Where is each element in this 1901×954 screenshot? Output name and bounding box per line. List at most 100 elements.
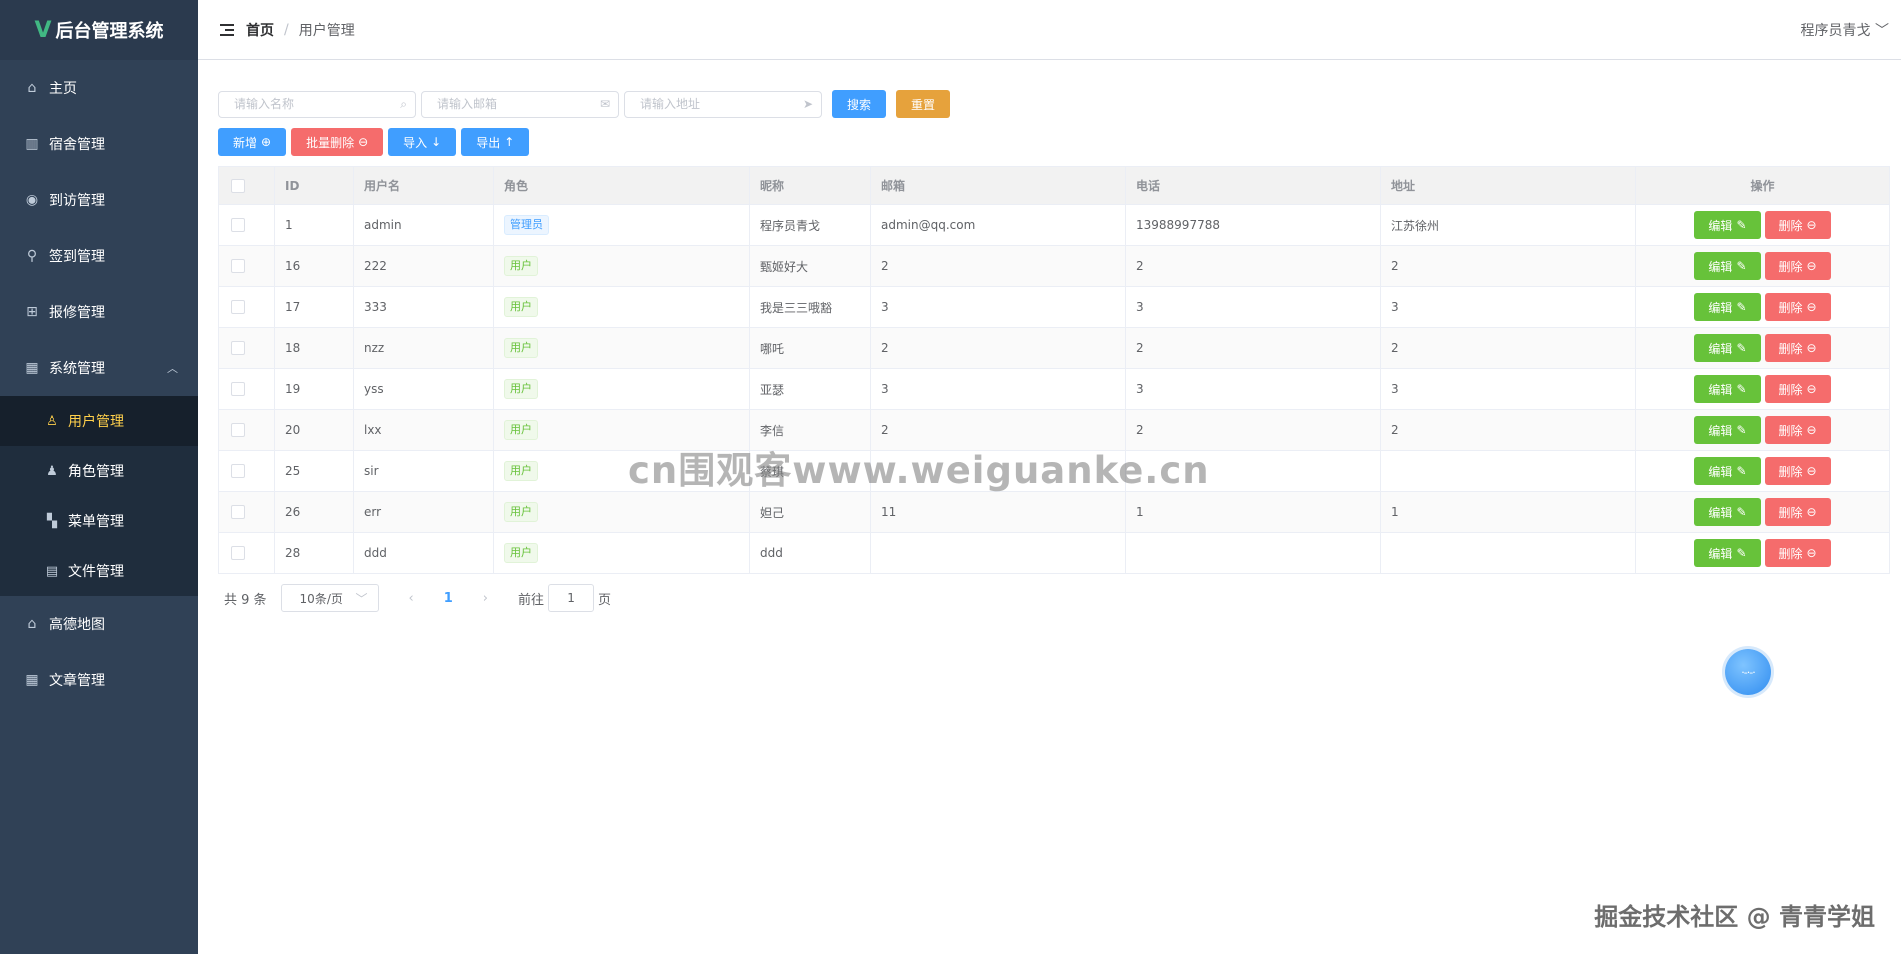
- name-search-input[interactable]: [218, 90, 416, 118]
- goto-page-input[interactable]: [548, 584, 595, 612]
- cell-role: 用户: [493, 327, 750, 369]
- position-icon: ➤: [802, 96, 813, 111]
- cell-username: err: [353, 491, 494, 533]
- row-checkbox[interactable]: [231, 341, 245, 356]
- edit-button[interactable]: 编辑 ✎: [1694, 498, 1761, 526]
- home-icon: ⌂: [27, 616, 37, 632]
- table-row: 16 222 用户 甄姬好大 2 2 2 编辑 ✎ 删除 ⊖: [218, 245, 1890, 287]
- sidebar-item-label: 报修管理: [49, 305, 105, 321]
- sidebar-item-article[interactable]: ▦ 文章管理: [0, 652, 198, 708]
- sidebar-item-checkin[interactable]: ⚲ 签到管理: [0, 228, 198, 284]
- delete-button[interactable]: 删除 ⊖: [1764, 252, 1831, 280]
- cell-username: 333: [353, 286, 494, 328]
- sidebar-item-system[interactable]: ▦ 系统管理 ︿: [0, 340, 198, 396]
- edit-label: 编辑: [1708, 259, 1733, 274]
- delete-button[interactable]: 删除 ⊖: [1764, 334, 1831, 362]
- chevron-up-icon: ︿: [167, 362, 178, 375]
- sidebar-item-dorm[interactable]: ▥ 宿舍管理: [0, 116, 198, 172]
- row-checkbox-cell: [218, 532, 275, 574]
- export-label: 导出: [476, 135, 501, 150]
- edit-button[interactable]: 编辑 ✎: [1694, 252, 1761, 280]
- address-search-input[interactable]: [624, 90, 822, 118]
- reset-button[interactable]: 重置: [896, 90, 951, 118]
- delete-label: 删除: [1778, 341, 1803, 356]
- cell-username: yss: [353, 368, 494, 410]
- sidebar-item-menu-management[interactable]: ▚ 菜单管理: [0, 496, 198, 546]
- row-checkbox[interactable]: [231, 218, 245, 233]
- page-size-select[interactable]: 10条/页 ﹀: [280, 584, 379, 612]
- sidebar-item-user-management[interactable]: ♙ 用户管理: [0, 396, 198, 446]
- edit-button[interactable]: 编辑 ✎: [1694, 211, 1761, 239]
- delete-button[interactable]: 删除 ⊖: [1764, 539, 1831, 567]
- row-checkbox[interactable]: [231, 259, 245, 274]
- batch-delete-button[interactable]: 批量删除 ⊖: [291, 128, 384, 156]
- delete-button[interactable]: 删除 ⊖: [1764, 457, 1831, 485]
- delete-button[interactable]: 删除 ⊖: [1764, 375, 1831, 403]
- home-icon: ⌂: [27, 80, 37, 96]
- edit-button[interactable]: 编辑 ✎: [1694, 457, 1761, 485]
- edit-button[interactable]: 编辑 ✎: [1694, 539, 1761, 567]
- delete-label: 删除: [1778, 464, 1803, 479]
- edit-button[interactable]: 编辑 ✎: [1694, 416, 1761, 444]
- sidebar-item-amap[interactable]: ⌂ 高德地图: [0, 596, 198, 652]
- sidebar-item-home[interactable]: ⌂ 主页: [0, 60, 198, 116]
- edit-button[interactable]: 编辑 ✎: [1694, 375, 1761, 403]
- column-header: 电话: [1125, 166, 1381, 205]
- mail-icon: ✉: [599, 96, 610, 111]
- delete-button[interactable]: 删除 ⊖: [1764, 416, 1831, 444]
- cell-username: nzz: [353, 327, 494, 369]
- sidebar-item-role-management[interactable]: ♟ 角色管理: [0, 446, 198, 496]
- table-row: 17 333 用户 我是三三哦豁 3 3 3 编辑 ✎ 删除 ⊖: [218, 286, 1890, 328]
- row-checkbox[interactable]: [231, 382, 245, 397]
- cell-nickname: 蔡琪: [749, 450, 871, 492]
- page-number[interactable]: 1: [444, 591, 453, 606]
- row-checkbox[interactable]: [231, 464, 245, 479]
- row-checkbox-cell: [218, 450, 275, 492]
- menu-icon: ▚: [47, 513, 57, 529]
- sidebar-item-repair[interactable]: ⊞ 报修管理: [0, 284, 198, 340]
- sidebar-item-file-management[interactable]: ▤ 文件管理: [0, 546, 198, 596]
- edit-button[interactable]: 编辑 ✎: [1694, 334, 1761, 362]
- user-dropdown[interactable]: 程序员青戈 ﹀: [1801, 20, 1889, 40]
- cell-role: 用户: [493, 450, 750, 492]
- prev-page-icon[interactable]: ‹: [409, 591, 414, 606]
- breadcrumb-home[interactable]: 首页: [246, 20, 274, 40]
- role-tag: 用户: [504, 256, 538, 276]
- next-page-icon[interactable]: ›: [483, 591, 488, 606]
- row-checkbox-cell: [218, 368, 275, 410]
- cell-phone: 3: [1125, 368, 1381, 410]
- page-unit-label: 页: [598, 592, 612, 608]
- export-button[interactable]: 导出 ↑: [461, 128, 530, 156]
- cell-id: 20: [274, 409, 354, 451]
- edit-label: 编辑: [1708, 464, 1733, 479]
- batch-delete-label: 批量删除: [306, 135, 355, 150]
- sidebar-item-label: 高德地图: [49, 617, 105, 633]
- role-tag: 用户: [504, 502, 538, 522]
- row-checkbox[interactable]: [231, 423, 245, 438]
- delete-button[interactable]: 删除 ⊖: [1764, 498, 1831, 526]
- cell-actions: 编辑 ✎ 删除 ⊖: [1635, 532, 1890, 574]
- row-checkbox[interactable]: [231, 505, 245, 520]
- circle-minus-icon: ⊖: [1806, 218, 1817, 232]
- row-checkbox[interactable]: [231, 546, 245, 561]
- search-button[interactable]: 搜索: [832, 90, 887, 118]
- floating-assistant-button[interactable]: ·-·-·: [1725, 649, 1771, 695]
- delete-button[interactable]: 删除 ⊖: [1764, 293, 1831, 321]
- row-checkbox-cell: [218, 409, 275, 451]
- delete-label: 删除: [1778, 259, 1803, 274]
- menu-toggle-icon[interactable]: [220, 23, 234, 36]
- import-button[interactable]: 导入 ↓: [388, 128, 457, 156]
- action-bar: 新增 ⊕ 批量删除 ⊖ 导入 ↓ 导出 ↑: [218, 128, 530, 156]
- role-tag: 用户: [504, 543, 538, 563]
- sidebar-item-visit[interactable]: ◉ 到访管理: [0, 172, 198, 228]
- delete-button[interactable]: 删除 ⊖: [1764, 211, 1831, 239]
- add-button[interactable]: 新增 ⊕: [218, 128, 287, 156]
- circle-minus-icon: ⊖: [1806, 300, 1817, 314]
- email-search-input[interactable]: [421, 90, 619, 118]
- table-row: 1 admin 管理员 程序员青戈 admin@qq.com 13988997788 江苏徐…: [218, 204, 1890, 246]
- select-all-checkbox[interactable]: [231, 178, 245, 193]
- row-checkbox[interactable]: [231, 300, 245, 315]
- table-header-row: ID 用户名 角色 昵称 邮箱 电话 地址 操作: [218, 166, 1890, 205]
- edit-button[interactable]: 编辑 ✎: [1694, 293, 1761, 321]
- import-label: 导入: [403, 135, 428, 150]
